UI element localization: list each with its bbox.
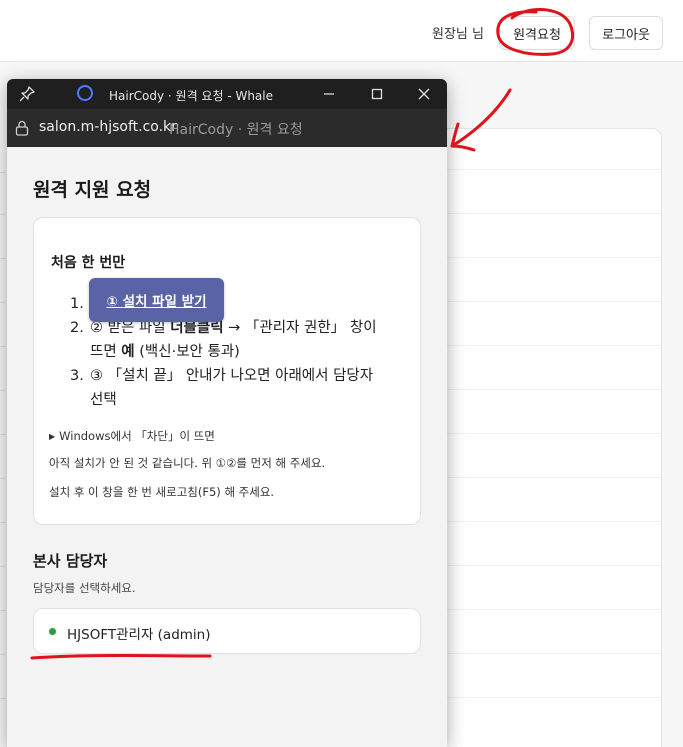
page-title: 원격 지원 요청 <box>33 179 152 201</box>
step-text: ③ 「설치 끝」 안내가 나오면 아래에서 담당자 선택 <box>90 368 374 408</box>
install-status-note: 아직 설치가 안 된 것 같습니다. 위 ①②를 먼저 해 주세요. <box>49 456 326 470</box>
pin-icon[interactable] <box>19 86 35 102</box>
staff-section-title: 본사 담당자 <box>33 552 108 570</box>
logout-button[interactable]: 로그아웃 <box>589 16 663 50</box>
online-status-dot <box>49 628 56 635</box>
step-number: 2. <box>70 320 84 336</box>
staff-name: HJSOFT관리자 (admin) <box>67 627 211 643</box>
staff-item-admin[interactable]: HJSOFT관리자 (admin) <box>33 608 421 654</box>
step-number: 3. <box>70 368 84 384</box>
address-bar[interactable]: salon.m-hjsoft.co.kr HairCody · 원격 요청 <box>7 109 447 147</box>
first-time-card: 처음 한 번만 1. 2. ② 받은 파일 더블클릭 → 「관리자 권한」 창이… <box>33 217 421 525</box>
url-page-title: HairCody · 원격 요청 <box>169 122 303 138</box>
step-number: 1. <box>70 296 84 312</box>
remote-request-button[interactable]: 원격요청 <box>499 16 575 50</box>
whale-icon <box>77 85 93 101</box>
first-time-title: 처음 한 번만 <box>51 255 126 271</box>
popup-content: 원격 지원 요청 처음 한 번만 1. 2. ② 받은 파일 더블클릭 → 「관… <box>7 147 447 747</box>
background-card <box>440 128 662 747</box>
staff-section-subtitle: 담당자를 선택하세요. <box>33 581 136 595</box>
refresh-note: 설치 후 이 창을 한 번 새로고침(F5) 해 주세요. <box>49 485 275 499</box>
window-title: HairCody · 원격 요청 - Whale <box>109 89 274 103</box>
minimize-icon[interactable] <box>319 84 339 104</box>
popup-window: HairCody · 원격 요청 - Whale salon.m-hjsoft.… <box>7 79 447 747</box>
user-greeting: 원장님 님 <box>432 27 484 42</box>
url-domain: salon.m-hjsoft.co.kr <box>39 119 177 135</box>
maximize-icon[interactable] <box>367 84 387 104</box>
step-text: ② 받은 파일 더블클릭 → 「관리자 권한」 창이 뜨면 예 (백신·보안 통… <box>90 320 377 360</box>
triangle-right-icon: ▶ <box>49 432 56 441</box>
download-installer-button[interactable]: ① 설치 파일 받기 <box>89 278 224 322</box>
lock-icon[interactable] <box>15 120 29 136</box>
window-titlebar[interactable]: HairCody · 원격 요청 - Whale <box>7 79 447 109</box>
blocked-details-toggle[interactable]: ▶ Windows에서 「차단」이 뜨면 <box>49 428 215 444</box>
close-icon[interactable] <box>414 84 434 104</box>
app-header: 원장님 님 원격요청 로그아웃 <box>0 0 683 62</box>
